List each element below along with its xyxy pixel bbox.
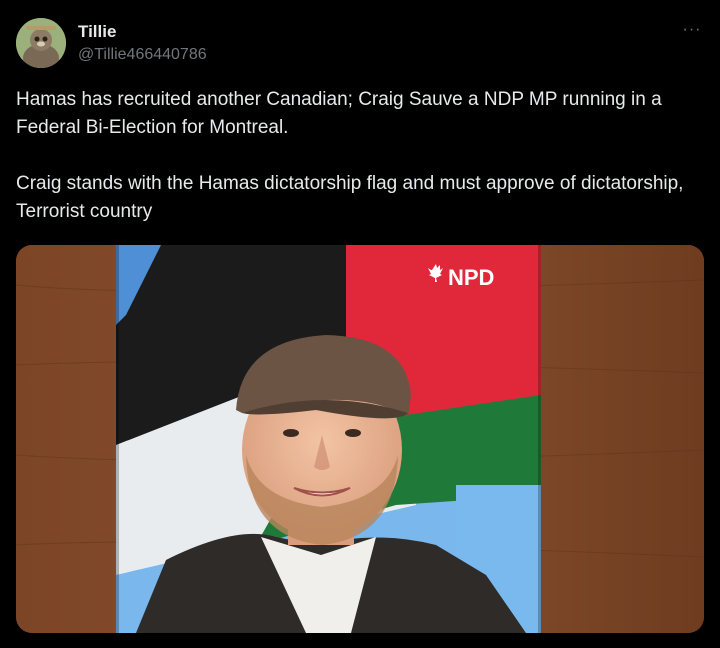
poster-photo: NPD: [16, 245, 704, 633]
tweet-photo[interactable]: NPD: [16, 245, 704, 633]
author-handle[interactable]: @Tillie466440786: [78, 46, 207, 64]
tweet-paragraph: Hamas has recruited another Canadian; Cr…: [16, 89, 662, 138]
campaign-poster: NPD: [116, 245, 541, 633]
poster-logo-text: NPD: [448, 265, 494, 290]
avatar[interactable]: [16, 18, 66, 68]
tweet-text: Hamas has recruited another Canadian; Cr…: [16, 86, 706, 226]
author-name[interactable]: Tillie: [78, 22, 116, 42]
tweet-card: Tillie @Tillie466440786 ··· Hamas has re…: [0, 0, 720, 648]
more-options-icon[interactable]: ···: [680, 20, 704, 40]
tweet-paragraph: Craig stands with the Hamas dictatorship…: [16, 173, 684, 222]
